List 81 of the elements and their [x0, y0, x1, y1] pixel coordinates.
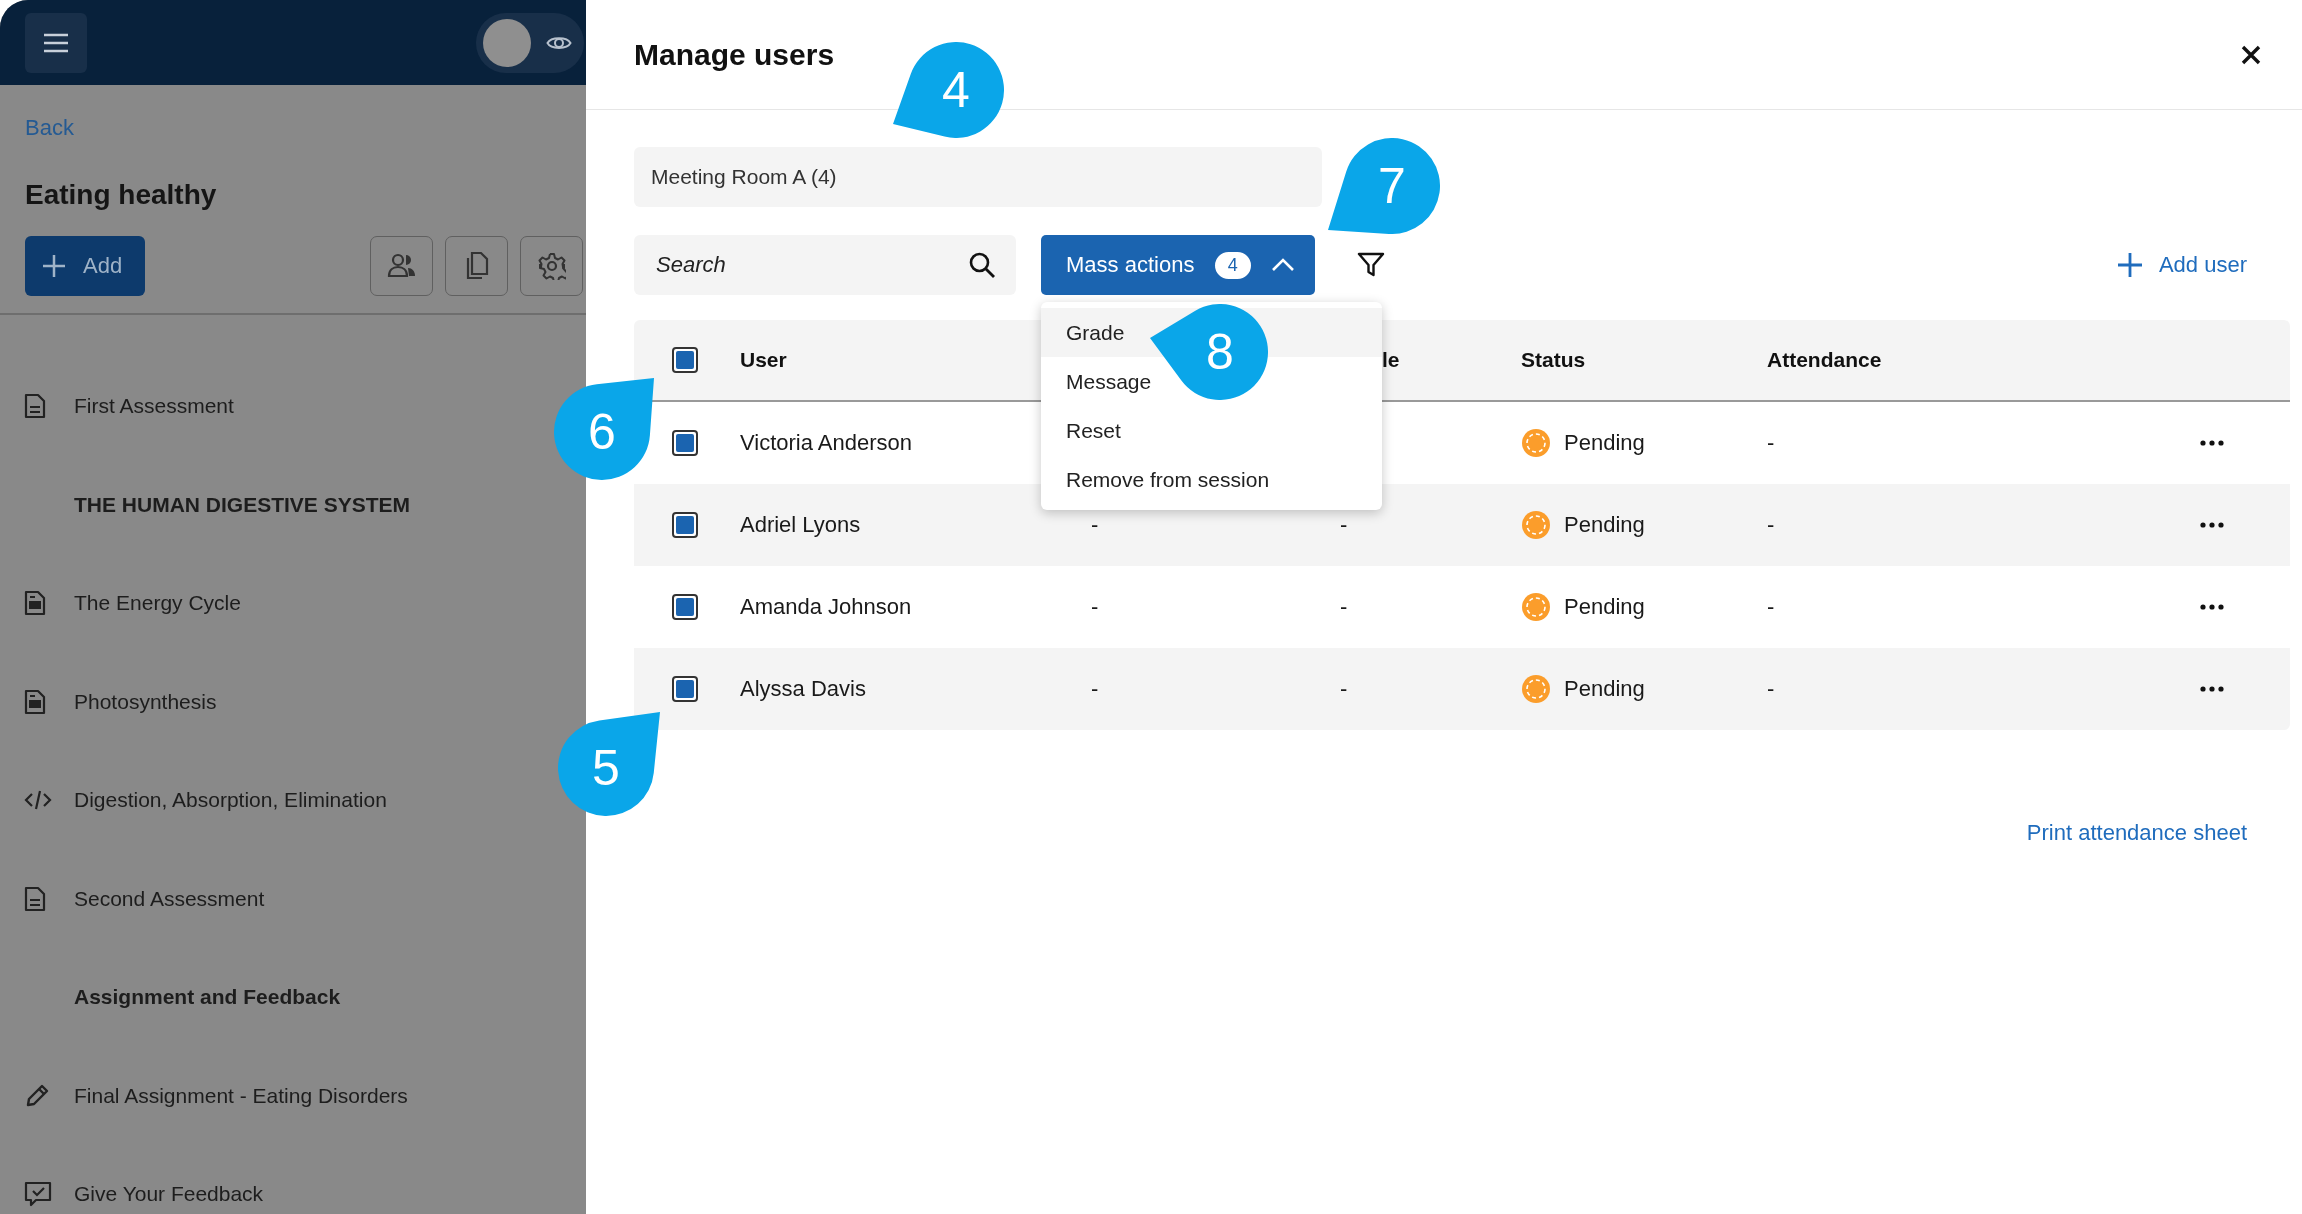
step-callout: 8	[1150, 304, 1268, 400]
select-all-checkbox[interactable]	[672, 347, 698, 373]
search-field[interactable]: Search	[634, 235, 1016, 295]
status-text: Pending	[1564, 512, 1645, 538]
document-icon	[24, 393, 46, 420]
table-cell: Adriel Lyons	[740, 512, 861, 538]
close-icon[interactable]	[2240, 43, 2262, 66]
menu-item[interactable]: Remove from session	[1041, 455, 1382, 504]
lesson-item[interactable]: Final Assignment - Eating Disorders	[74, 1083, 408, 1108]
column-header: le	[1382, 348, 1400, 372]
plus-icon	[41, 253, 67, 279]
menu-button[interactable]	[25, 12, 87, 73]
column-header: User	[740, 348, 787, 372]
more-icon[interactable]	[2200, 604, 2224, 610]
table-cell: Alyssa Davis	[740, 676, 866, 702]
document-icon	[24, 590, 46, 617]
table-cell: -	[1340, 594, 1348, 620]
search-input[interactable]: Search	[654, 251, 968, 279]
pending-status-icon	[1521, 428, 1551, 458]
dialog-title: Manage users	[634, 37, 835, 72]
lesson-item[interactable]: The Energy Cycle	[74, 591, 241, 616]
row-checkbox[interactable]	[672, 676, 698, 702]
column-header: Status	[1521, 348, 1586, 372]
table-cell: -	[1091, 676, 1099, 702]
step-callout: 7	[1328, 138, 1440, 234]
print-attendance-link[interactable]: Print attendance sheet	[2026, 820, 2247, 846]
row-checkbox[interactable]	[672, 594, 698, 620]
step-callout: 6	[554, 378, 654, 480]
pending-status-icon	[1521, 510, 1551, 540]
step-callout: 4	[893, 42, 1004, 138]
menu-item[interactable]: Reset	[1041, 406, 1382, 455]
users-button[interactable]	[370, 236, 433, 296]
more-icon[interactable]	[2200, 522, 2224, 528]
feedback-icon	[24, 1181, 52, 1208]
column-header: Attendance	[1767, 348, 1882, 372]
lesson-item[interactable]: Second Assessment	[74, 886, 265, 911]
pencil-icon	[24, 1082, 50, 1109]
plus-icon	[2116, 252, 2143, 278]
course-title: Eating healthy	[25, 179, 218, 211]
more-icon[interactable]	[2200, 686, 2224, 692]
row-checkbox[interactable]	[672, 512, 698, 538]
table-cell: -	[1340, 512, 1348, 538]
section-heading: THE HUMAN DIGESTIVE SYSTEM	[74, 492, 411, 517]
pending-status-icon	[1521, 674, 1551, 704]
view-toggle[interactable]	[476, 12, 584, 73]
add-button[interactable]: Add	[25, 236, 145, 296]
document-icon	[24, 885, 46, 912]
code-icon	[24, 789, 52, 812]
table-cell: -	[1767, 512, 1775, 538]
table-cell: -	[1091, 512, 1099, 538]
table-cell: Amanda Johnson	[740, 594, 912, 620]
table-cell: -	[1767, 676, 1775, 702]
section-heading: Assignment and Feedback	[74, 985, 341, 1010]
table-cell: -	[1767, 594, 1775, 620]
settings-icon	[537, 252, 566, 280]
status-text: Pending	[1564, 676, 1645, 702]
more-icon[interactable]	[2200, 440, 2224, 446]
status-text: Pending	[1564, 430, 1645, 456]
status-text: Pending	[1564, 594, 1645, 620]
copy-button[interactable]	[445, 236, 508, 296]
menu-icon	[42, 31, 70, 54]
row-checkbox[interactable]	[672, 430, 698, 456]
add-user-link[interactable]: Add user	[2116, 252, 2247, 278]
document-icon	[24, 688, 46, 715]
step-callout: 5	[558, 712, 660, 816]
table-cell: -	[1340, 676, 1348, 702]
lesson-item[interactable]: Give Your Feedback	[74, 1182, 264, 1207]
settings-button[interactable]	[520, 236, 583, 296]
filter-icon[interactable]	[1357, 252, 1385, 278]
lesson-item[interactable]: First Assessment	[74, 394, 234, 419]
mass-actions-button[interactable]: Mass actions 4	[1041, 235, 1315, 295]
lesson-item[interactable]: Photosynthesis	[74, 689, 217, 714]
search-icon	[968, 251, 996, 279]
group-field[interactable]: Meeting Room A (4)	[634, 147, 1322, 207]
lesson-item[interactable]: Digestion, Absorption, Elimination	[74, 788, 387, 813]
table-cell: Victoria Anderson	[740, 430, 913, 456]
table-cell: -	[1091, 594, 1099, 620]
users-icon	[386, 252, 417, 280]
table-cell: -	[1767, 430, 1775, 456]
pending-status-icon	[1521, 592, 1551, 622]
count-badge: 4	[1214, 251, 1251, 279]
